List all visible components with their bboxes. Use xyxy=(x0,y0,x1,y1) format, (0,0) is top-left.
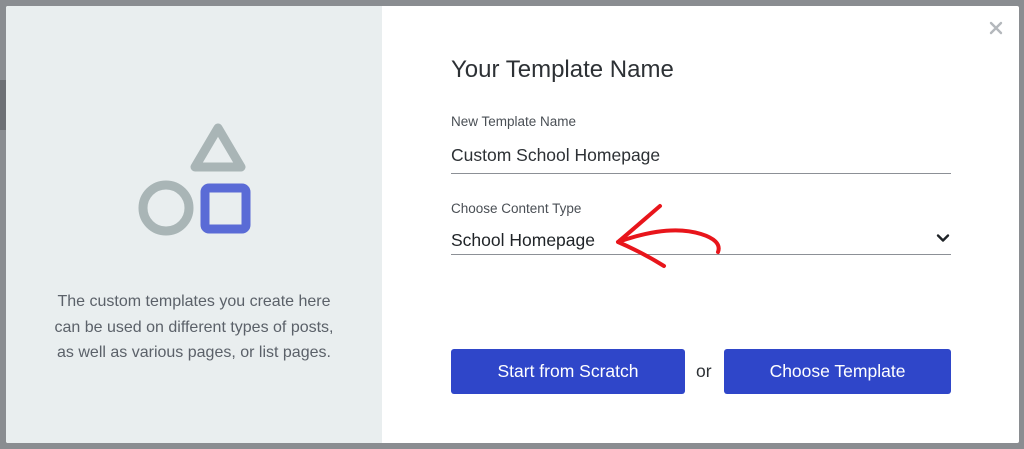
modal-title: Your Template Name xyxy=(451,56,674,83)
chevron-down-icon xyxy=(936,234,950,242)
shapes-illustration-icon xyxy=(138,123,251,236)
modal-description: The custom templates you create here can… xyxy=(54,293,334,361)
modal-illustration-panel: The custom templates you create here can… xyxy=(6,6,382,443)
content-type-value: School Homepage xyxy=(451,230,595,250)
close-icon xyxy=(989,21,1003,35)
template-name-input[interactable] xyxy=(451,137,951,174)
content-type-label: Choose Content Type xyxy=(451,201,582,216)
close-button[interactable] xyxy=(985,17,1007,39)
or-separator: or xyxy=(696,361,712,381)
choose-template-button[interactable]: Choose Template xyxy=(724,349,951,394)
content-type-select[interactable]: School Homepage xyxy=(451,226,951,255)
start-from-scratch-button[interactable]: Start from Scratch xyxy=(451,349,685,394)
template-name-modal: The custom templates you create here can… xyxy=(6,6,1019,443)
template-name-label: New Template Name xyxy=(451,114,577,129)
